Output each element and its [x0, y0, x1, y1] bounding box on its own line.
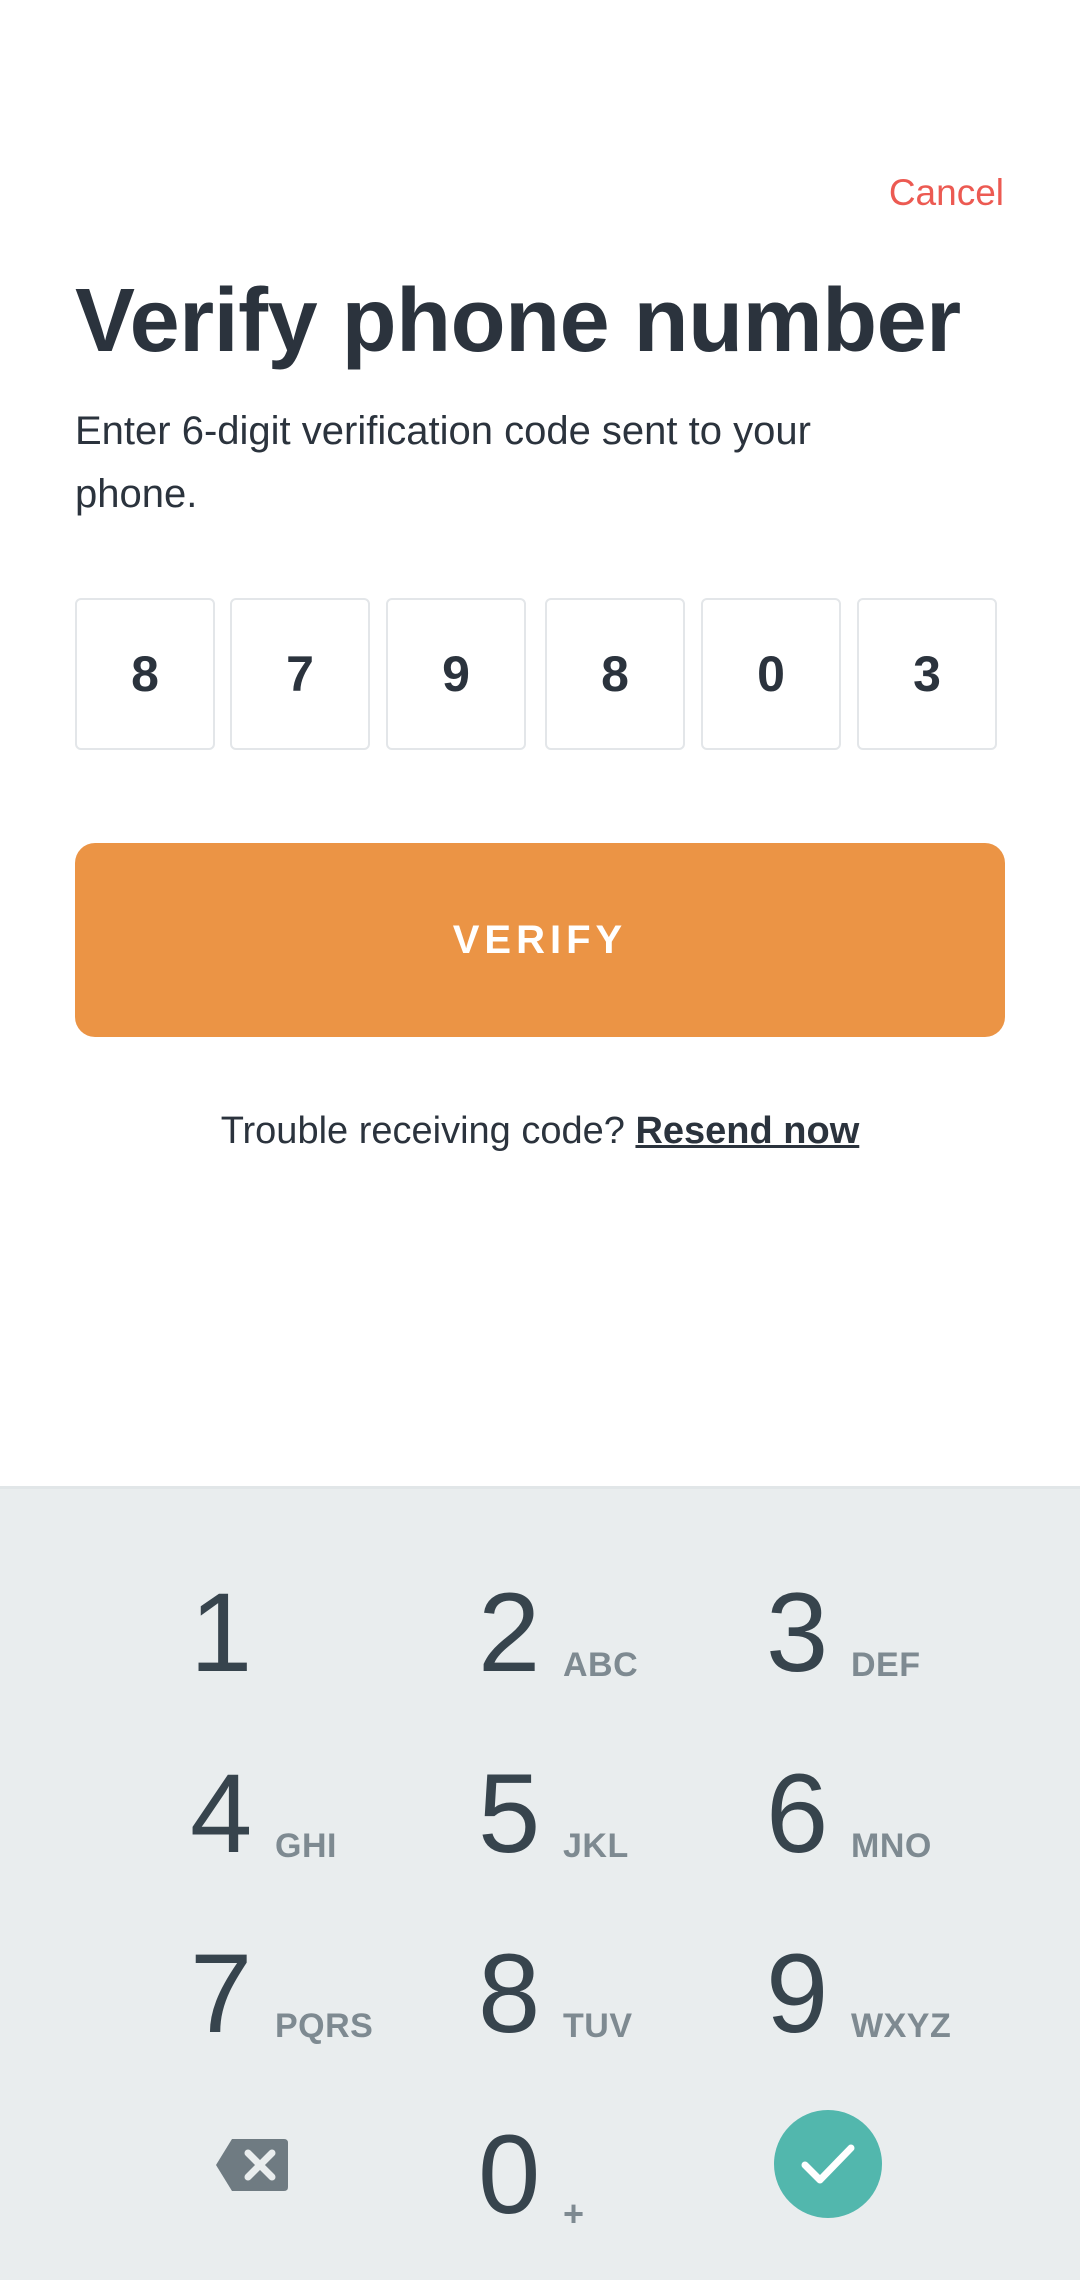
key-7[interactable]: 7 PQRS	[190, 1916, 478, 2076]
code-digit-3[interactable]: 9	[386, 598, 526, 750]
backspace-key[interactable]	[214, 2137, 290, 2193]
cancel-button[interactable]: Cancel	[889, 172, 1004, 214]
key-digit: 7	[190, 1931, 253, 2056]
key-letters: JKL	[563, 1827, 629, 1865]
trouble-text: Trouble receiving code?	[220, 1110, 625, 1152]
key-digit: 6	[766, 1751, 829, 1876]
checkmark-icon	[801, 2144, 855, 2184]
key-letters: WXYZ	[851, 2007, 952, 2045]
key-digit: 3	[766, 1570, 829, 1695]
confirm-button[interactable]	[774, 2110, 882, 2218]
code-digit-6[interactable]: 3	[857, 598, 997, 750]
code-digit-1[interactable]: 8	[75, 598, 215, 750]
verification-code-input[interactable]: 8 7 9 8 0 3	[75, 598, 1005, 754]
key-letters: DEF	[851, 1646, 921, 1684]
page-subtitle: Enter 6-digit verification code sent to …	[75, 409, 811, 516]
key-6[interactable]: 6 MNO	[766, 1736, 1054, 1896]
key-1[interactable]: 1	[190, 1555, 478, 1715]
resend-link[interactable]: Resend now	[635, 1110, 859, 1152]
key-5[interactable]: 5 JKL	[478, 1736, 766, 1896]
code-digit-5[interactable]: 0	[701, 598, 841, 750]
key-8[interactable]: 8 TUV	[478, 1916, 766, 2076]
key-digit: 5	[478, 1751, 541, 1876]
key-9[interactable]: 9 WXYZ	[766, 1916, 1054, 2076]
backspace-icon	[216, 2139, 288, 2191]
key-letters: PQRS	[275, 2007, 374, 2045]
key-letters: +	[563, 2193, 585, 2234]
resend-prompt: Trouble receiving code? Resend now	[0, 1110, 1080, 1153]
key-digit: 1	[190, 1570, 253, 1695]
key-0[interactable]: 0 +	[478, 2097, 766, 2257]
key-letters: TUV	[563, 2007, 633, 2045]
key-letters: GHI	[275, 1827, 337, 1865]
code-digit-2[interactable]: 7	[230, 598, 370, 750]
key-digit: 8	[478, 1931, 541, 2056]
key-4[interactable]: 4 GHI	[190, 1736, 478, 1896]
key-digit: 4	[190, 1751, 253, 1876]
key-digit: 9	[766, 1931, 829, 2056]
page-title: Verify phone number	[75, 271, 961, 371]
key-2[interactable]: 2 ABC	[478, 1555, 766, 1715]
key-digit: 2	[478, 1570, 541, 1695]
key-letters: MNO	[851, 1827, 932, 1865]
key-digit: 0	[478, 2112, 541, 2237]
verify-button[interactable]: VERIFY	[75, 843, 1005, 1037]
key-letters: ABC	[563, 1646, 639, 1684]
key-3[interactable]: 3 DEF	[766, 1555, 1054, 1715]
code-digit-4[interactable]: 8	[545, 598, 685, 750]
